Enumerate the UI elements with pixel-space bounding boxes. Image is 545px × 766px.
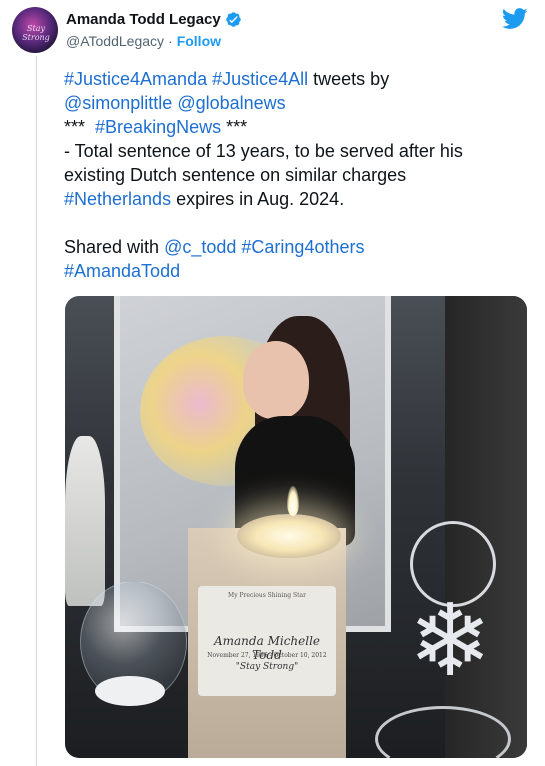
tweet-photo[interactable]: My Precious Shining Star Amanda Michelle… — [65, 296, 527, 758]
candle-label-dates: November 27, 1996 - October 10, 2012 — [207, 652, 327, 659]
hashtag-amandatodd[interactable]: #AmandaTodd — [64, 261, 180, 281]
tweet-line-5: existing Dutch sentence on similar charg… — [64, 165, 407, 185]
hashtag-caring4others[interactable]: #Caring4others — [241, 237, 364, 257]
author-name[interactable]: Amanda Todd Legacy — [66, 11, 221, 28]
author-handle[interactable]: @AToddLegacy — [66, 33, 164, 49]
hashtag-netherlands[interactable]: #Netherlands — [64, 189, 171, 209]
author-name-row: Amanda Todd Legacy — [66, 11, 242, 28]
tweet-line-1: #Justice4Amanda #Justice4All tweets by — [64, 69, 390, 89]
hashtag-justice4all[interactable]: #Justice4All — [212, 69, 308, 89]
tweet-line-7: Shared with @c_todd #Caring4others — [64, 237, 365, 257]
separator-dot: · — [168, 33, 173, 49]
tweet-line-8: #AmandaTodd — [64, 259, 524, 283]
candle-label-motto: "Stay Strong" — [235, 662, 299, 672]
tweet-line-4: - Total sentence of 13 years, to be serv… — [64, 141, 463, 161]
tweet-line-3: *** #BreakingNews *** — [64, 117, 248, 137]
mention-c-todd[interactable]: @c_todd — [164, 237, 236, 257]
flame — [287, 486, 299, 516]
hashtag-justice4amanda[interactable]: #Justice4Amanda — [64, 69, 207, 89]
twitter-bird-icon[interactable] — [502, 8, 528, 30]
thread-line — [36, 56, 37, 766]
author-handle-row: @AToddLegacy · Follow — [66, 33, 221, 49]
tweet-card: Stay Strong Amanda Todd Legacy @AToddLeg… — [0, 0, 545, 766]
mention-globalnews[interactable]: @globalnews — [177, 93, 285, 113]
snowflake-ornament-icon: ❄ — [408, 582, 492, 699]
hashtag-breakingnews[interactable]: #BreakingNews — [95, 117, 221, 137]
verified-badge-icon — [225, 12, 241, 27]
ornament-base — [95, 676, 165, 706]
candle-label-top: My Precious Shining Star — [228, 592, 306, 599]
avatar[interactable]: Stay Strong — [12, 7, 58, 53]
mention-simonplittle[interactable]: @simonplittle — [64, 93, 172, 113]
tweet-line-6: #Netherlands expires in Aug. 2024. — [64, 189, 345, 209]
follow-button[interactable]: Follow — [177, 33, 221, 49]
tweet-line-2: @simonplittle @globalnews — [64, 91, 524, 115]
tweet-text: #Justice4Amanda #Justice4All tweets by @… — [64, 67, 524, 283]
portrait-face — [243, 341, 309, 419]
avatar-text: Stay Strong — [22, 24, 50, 42]
angel-figurine — [65, 436, 105, 606]
tealight — [237, 514, 341, 558]
